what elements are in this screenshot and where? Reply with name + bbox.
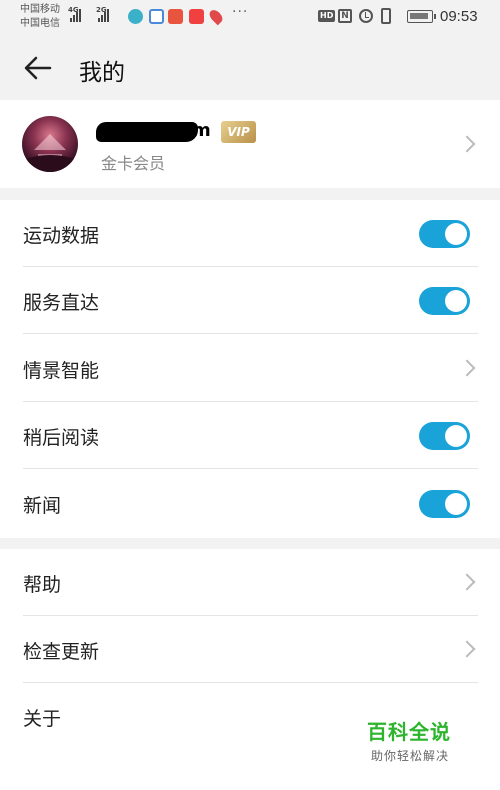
settings-row-news[interactable]: 新闻 <box>0 470 500 537</box>
divider <box>23 333 478 334</box>
weather-app-icon <box>149 9 164 24</box>
member-level: 金卡会员 <box>101 154 166 173</box>
browser-app-icon <box>128 9 143 24</box>
divider <box>23 468 478 469</box>
location-app-icon <box>207 7 225 26</box>
news-toggle[interactable] <box>419 490 470 518</box>
page-title: 我的 <box>79 60 125 86</box>
redacted-name-scribble <box>96 122 198 142</box>
alarm-icon <box>359 9 373 23</box>
sports-data-toggle[interactable] <box>419 220 470 248</box>
carrier-name: 中国电信 <box>20 18 60 29</box>
hd-icon: HD <box>318 10 336 22</box>
vibrate-icon <box>381 8 391 24</box>
game-app-icon <box>168 9 183 24</box>
chevron-right-icon <box>458 359 476 377</box>
watermark-title: 百科全说 <box>367 720 451 744</box>
chevron-right-icon <box>458 135 476 153</box>
profile-card[interactable]: m VIP 金卡会员 <box>0 100 500 188</box>
watermark-subtitle: 助你轻松解决 <box>371 749 450 763</box>
toggle-knob <box>445 223 467 245</box>
chevron-right-icon <box>458 640 476 658</box>
settings-group-features: 运动数据 服务直达 情景智能 稍后阅读 新闻 <box>0 200 500 538</box>
toggle-knob <box>445 290 467 312</box>
carrier-name: 中国移动 <box>20 4 60 15</box>
toggle-knob <box>445 425 467 447</box>
settings-row-scene-intelligence[interactable]: 情景智能 <box>0 335 500 402</box>
service-direct-toggle[interactable] <box>419 287 470 315</box>
network-type: 4G <box>68 6 79 14</box>
more-notifications-icon: ··· <box>232 4 249 20</box>
read-later-toggle[interactable] <box>419 422 470 450</box>
shop-app-icon <box>189 9 204 24</box>
setting-label: 帮助 <box>23 574 62 596</box>
toggle-knob <box>445 493 467 515</box>
setting-label: 关于 <box>23 708 62 730</box>
avatar-image <box>22 134 78 172</box>
signal-icon: 4G <box>68 6 81 22</box>
nfc-icon: N <box>338 9 352 23</box>
settings-row-read-later[interactable]: 稍后阅读 <box>0 402 500 469</box>
top-nav: 我的 <box>0 36 500 100</box>
watermark-logo: 百科全说 助你轻松解决 <box>367 716 459 764</box>
setting-label: 稍后阅读 <box>23 427 100 449</box>
status-bar: 中国移动 中国电信 4G 2G ··· HD N 09:53 <box>0 0 500 36</box>
settings-row-service-direct[interactable]: 服务直达 <box>0 267 500 334</box>
network-type: 2G <box>96 6 107 14</box>
signal-icon: 2G <box>96 6 109 22</box>
setting-label: 新闻 <box>23 495 62 517</box>
setting-label: 运动数据 <box>23 225 100 247</box>
setting-label: 情景智能 <box>23 360 100 382</box>
back-arrow-icon[interactable] <box>22 52 54 84</box>
chevron-right-icon <box>458 573 476 591</box>
battery-icon <box>407 10 436 23</box>
setting-label: 检查更新 <box>23 641 100 663</box>
setting-label: 服务直达 <box>23 292 100 314</box>
settings-row-sports-data[interactable]: 运动数据 <box>0 200 500 267</box>
vip-badge: VIP <box>221 121 256 143</box>
settings-row-help[interactable]: 帮助 <box>0 549 500 616</box>
settings-row-check-update[interactable]: 检查更新 <box>0 616 500 683</box>
avatar[interactable] <box>22 116 78 172</box>
clock: 09:53 <box>440 8 478 25</box>
